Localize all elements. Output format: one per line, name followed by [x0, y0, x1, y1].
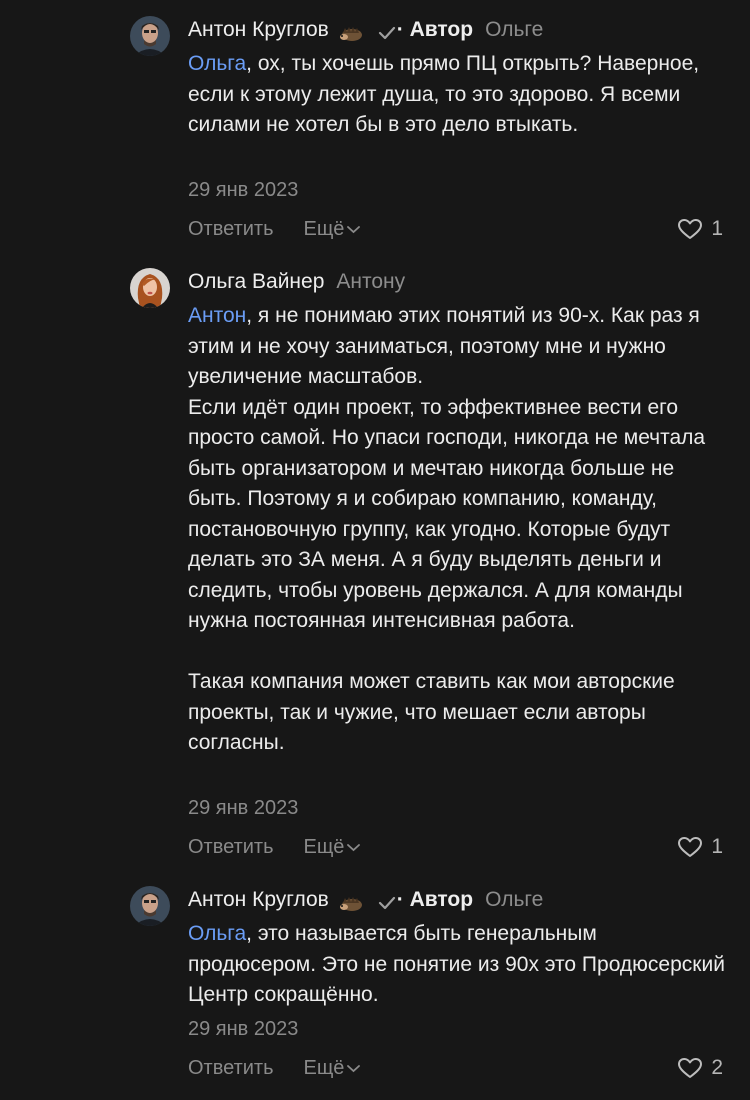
reply-to-label[interactable]: Антону [336, 267, 405, 297]
reply-button[interactable]: Ответить [188, 1057, 274, 1080]
mention-link[interactable]: Ольга [188, 922, 246, 945]
comment-actions: Ответить Ещё 1 [188, 832, 723, 862]
reply-button[interactable]: Ответить [188, 218, 274, 241]
author-name[interactable]: Ольга Вайнер [188, 267, 324, 297]
hedgehog-icon [339, 891, 363, 911]
chevron-down-icon [347, 843, 361, 851]
author-name[interactable]: Антон Круглов [188, 15, 329, 45]
heart-icon [678, 837, 703, 857]
more-button[interactable]: Ещё [304, 1057, 361, 1080]
comment-header: Антон Круглов · Автор Ольге [188, 885, 543, 915]
more-label: Ещё [303, 217, 345, 240]
heart-icon [678, 1058, 703, 1078]
like-count: 1 [711, 835, 723, 858]
chevron-down-icon [347, 225, 361, 233]
comment-actions: Ответить Ещё 2 [188, 1053, 723, 1083]
check-icon [377, 891, 397, 910]
like-button[interactable]: 2 [677, 1056, 723, 1080]
mention-link[interactable]: Ольга [188, 52, 246, 75]
comment-date: 29 янв 2023 [188, 179, 299, 201]
mention-link[interactable]: Антон [188, 304, 246, 327]
reply-to-label[interactable]: Ольге [485, 15, 543, 45]
author-badge: · Автор [396, 18, 474, 41]
author-badge: · Автор [396, 888, 474, 911]
comment-body: , я не понимаю этих понятий из 90-х. Как… [188, 304, 706, 754]
comment-header: Ольга Вайнер Антону [188, 267, 405, 297]
like-button[interactable]: 1 [677, 217, 723, 241]
avatar[interactable] [130, 886, 170, 926]
avatar[interactable] [130, 268, 170, 308]
comment-date: 29 янв 2023 [188, 1018, 299, 1040]
chevron-down-icon [347, 1064, 361, 1072]
comment-date: 29 янв 2023 [188, 797, 299, 819]
like-button[interactable]: 1 [677, 835, 723, 859]
more-label: Ещё [303, 835, 345, 858]
like-count: 2 [711, 1056, 723, 1079]
comment-actions: Ответить Ещё 1 [188, 214, 723, 244]
more-button[interactable]: Ещё [304, 218, 361, 241]
comment-body: , ох, ты хочешь прямо ПЦ открыть? Наверн… [188, 52, 705, 136]
more-button[interactable]: Ещё [304, 836, 361, 859]
comment-body: , это называется быть генеральным продюс… [188, 922, 731, 1006]
reply-to-label[interactable]: Ольге [485, 885, 543, 915]
like-count: 1 [711, 217, 723, 240]
heart-icon [678, 219, 703, 239]
check-icon [377, 21, 397, 40]
author-name[interactable]: Антон Круглов [188, 885, 329, 915]
reply-button[interactable]: Ответить [188, 836, 274, 859]
comment-text: Антон, я не понимаю этих понятий из 90-х… [188, 301, 728, 759]
comment-text: Ольга, ох, ты хочешь прямо ПЦ открыть? Н… [188, 49, 728, 141]
more-label: Ещё [303, 1056, 345, 1079]
comment-header: Антон Круглов · Автор Ольге [188, 15, 543, 45]
comment-text: Ольга, это называется быть генеральным п… [188, 919, 728, 1011]
hedgehog-icon [339, 21, 363, 41]
avatar[interactable] [130, 16, 170, 56]
